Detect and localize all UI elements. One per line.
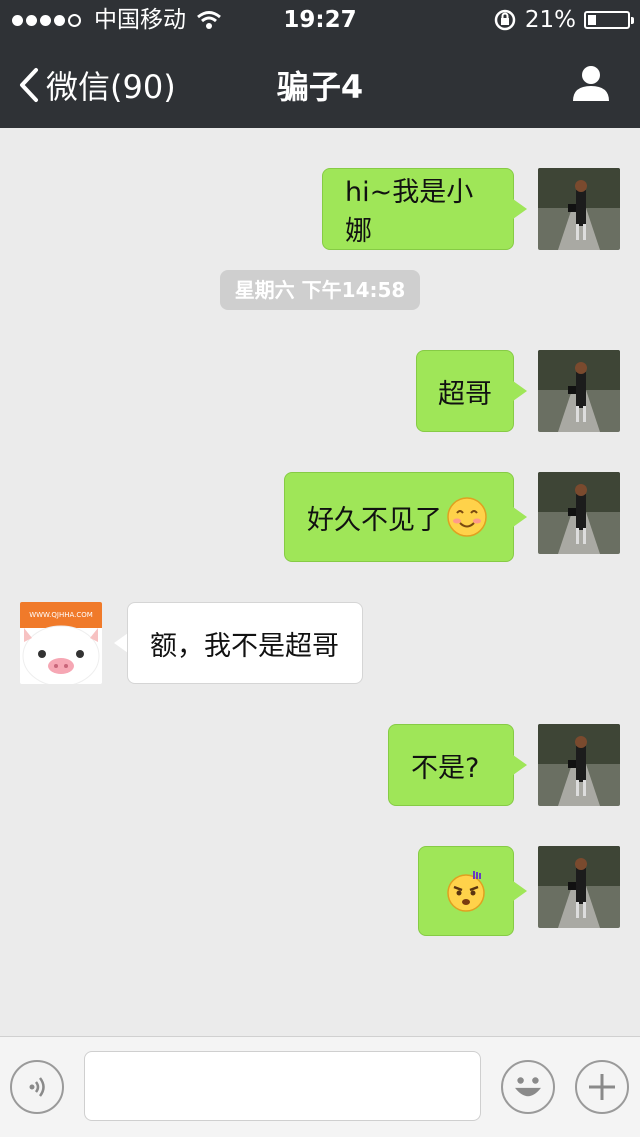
message-bubble-2[interactable]: 超哥 <box>416 350 514 432</box>
bubble-tail <box>114 633 128 653</box>
message-input[interactable] <box>84 1051 481 1121</box>
bubble-tail <box>513 507 527 527</box>
my-avatar[interactable] <box>538 168 620 250</box>
my-avatar[interactable] <box>538 724 620 806</box>
voice-icon <box>29 1077 45 1097</box>
message-text-3: 好久不见了 <box>307 504 442 536</box>
person-icon <box>573 66 609 101</box>
emoji-button[interactable] <box>501 1060 555 1114</box>
message-bubble-3[interactable]: 好久不见了 <box>284 472 514 562</box>
battery-percent: 21% <box>524 7 576 33</box>
message-text-4: 额，我不是超哥 <box>150 630 339 662</box>
rotation-lock-icon <box>494 9 516 31</box>
my-avatar[interactable] <box>538 846 620 928</box>
chat-title: 骗子4 <box>276 68 364 106</box>
bubble-tail <box>513 381 527 401</box>
message-text-2: 超哥 <box>438 378 492 410</box>
smile-emoji-icon <box>447 497 487 537</box>
avatar-watermark: WWW.QJHHA.COM <box>29 611 93 619</box>
battery-icon <box>584 11 634 29</box>
message-bubble-5[interactable]: 不是? <box>388 724 514 806</box>
nav-bar: 微信(90) 骗子4 <box>0 44 640 128</box>
plus-icon <box>589 1074 615 1100</box>
bubble-tail <box>513 881 527 901</box>
my-avatar[interactable] <box>538 350 620 432</box>
bubble-tail <box>513 755 527 775</box>
bubble-tail <box>513 199 527 219</box>
message-bubble-1[interactable]: hi~我是小娜 <box>322 168 514 250</box>
emoji-face-icon <box>515 1077 541 1097</box>
contact-profile-button[interactable] <box>572 64 610 106</box>
input-bar <box>0 1036 640 1137</box>
status-bar: 中国移动 19:27 21% <box>0 0 640 40</box>
more-options-button[interactable] <box>575 1060 629 1114</box>
message-text-1: hi~我是小娜 <box>345 177 474 247</box>
message-text-5: 不是? <box>411 752 480 784</box>
voice-input-button[interactable] <box>10 1060 64 1114</box>
message-bubble-6[interactable] <box>418 846 514 936</box>
angry-emoji-icon <box>447 871 485 912</box>
contact-avatar[interactable]: WWW.QJHHA.COM <box>20 602 102 684</box>
message-bubble-4[interactable]: 额，我不是超哥 <box>127 602 363 684</box>
chat-timestamp: 星期六 下午14:58 <box>220 270 420 310</box>
my-avatar[interactable] <box>538 472 620 554</box>
top-bar: 中国移动 19:27 21% 微信(90) 骗子4 <box>0 0 640 128</box>
